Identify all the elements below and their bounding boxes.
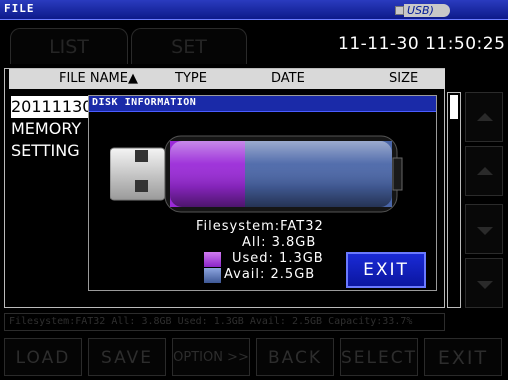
dialog-title: DISK INFORMATION (92, 97, 197, 108)
filesystem-text: Filesystem:FAT32 (196, 219, 324, 234)
title-bar: FILE USB) (0, 0, 508, 20)
list-item[interactable]: MEMORY (11, 118, 91, 140)
page-down-icon (477, 227, 493, 235)
tab-list[interactable]: LIST (10, 28, 128, 64)
option-button[interactable]: OPTION >> (172, 338, 250, 376)
column-date[interactable]: DATE (271, 71, 305, 86)
list-scrollbar[interactable] (447, 92, 461, 308)
file-screen: FILE USB) LIST SET 11-11-30 11:50:25 FIL… (0, 0, 508, 380)
select-button[interactable]: SELECT (340, 338, 418, 376)
load-button[interactable]: LOAD (4, 338, 82, 376)
file-rows: 20111130 MEMORY SETTING (11, 96, 91, 162)
scroll-up-button[interactable] (465, 92, 503, 142)
dialog-exit-button[interactable]: EXIT (346, 252, 426, 288)
usb-drive-icon (395, 6, 404, 15)
column-type[interactable]: TYPE (175, 71, 207, 86)
scroll-up-icon (477, 113, 493, 121)
list-item[interactable]: SETTING (11, 140, 91, 162)
page-down-button[interactable] (465, 204, 503, 254)
back-button[interactable]: BACK (256, 338, 334, 376)
column-file-name[interactable]: FILE NAME▲ (59, 71, 138, 86)
usb-label: USB) (404, 4, 450, 17)
tab-set[interactable]: SET (131, 28, 247, 64)
scrollbar-thumb[interactable] (450, 95, 458, 119)
drive-cap (392, 157, 403, 191)
clock: 11-11-30 11:50:25 (338, 34, 506, 54)
connector-slot (135, 180, 148, 192)
usb-indicator: USB) (395, 4, 457, 17)
capacity-total: All: 3.8GB (242, 235, 317, 250)
scroll-down-icon (477, 281, 493, 289)
available-legend-swatch (204, 268, 221, 283)
save-button[interactable]: SAVE (88, 338, 166, 376)
scroll-down-button[interactable] (465, 258, 503, 308)
used-legend-swatch (204, 252, 221, 267)
capacity-used: Used: 1.3GB (232, 251, 324, 266)
usb-drive-graphic (110, 135, 403, 213)
capacity-available: Avail: 2.5GB (224, 267, 316, 282)
column-size[interactable]: SIZE (389, 71, 418, 86)
drive-shine (170, 141, 392, 207)
list-header: FILE NAME▲ TYPE DATE SIZE (9, 69, 445, 89)
exit-button[interactable]: EXIT (424, 338, 502, 376)
status-line: Filesystem:FAT32 All: 3.8GB Used: 1.3GB … (4, 313, 445, 331)
list-item[interactable]: 20111130 (11, 96, 91, 118)
page-up-icon (477, 167, 493, 175)
connector-slot (135, 150, 148, 162)
window-title: FILE (4, 2, 35, 15)
page-up-button[interactable] (465, 146, 503, 196)
dialog-title-bar: DISK INFORMATION (89, 96, 436, 112)
